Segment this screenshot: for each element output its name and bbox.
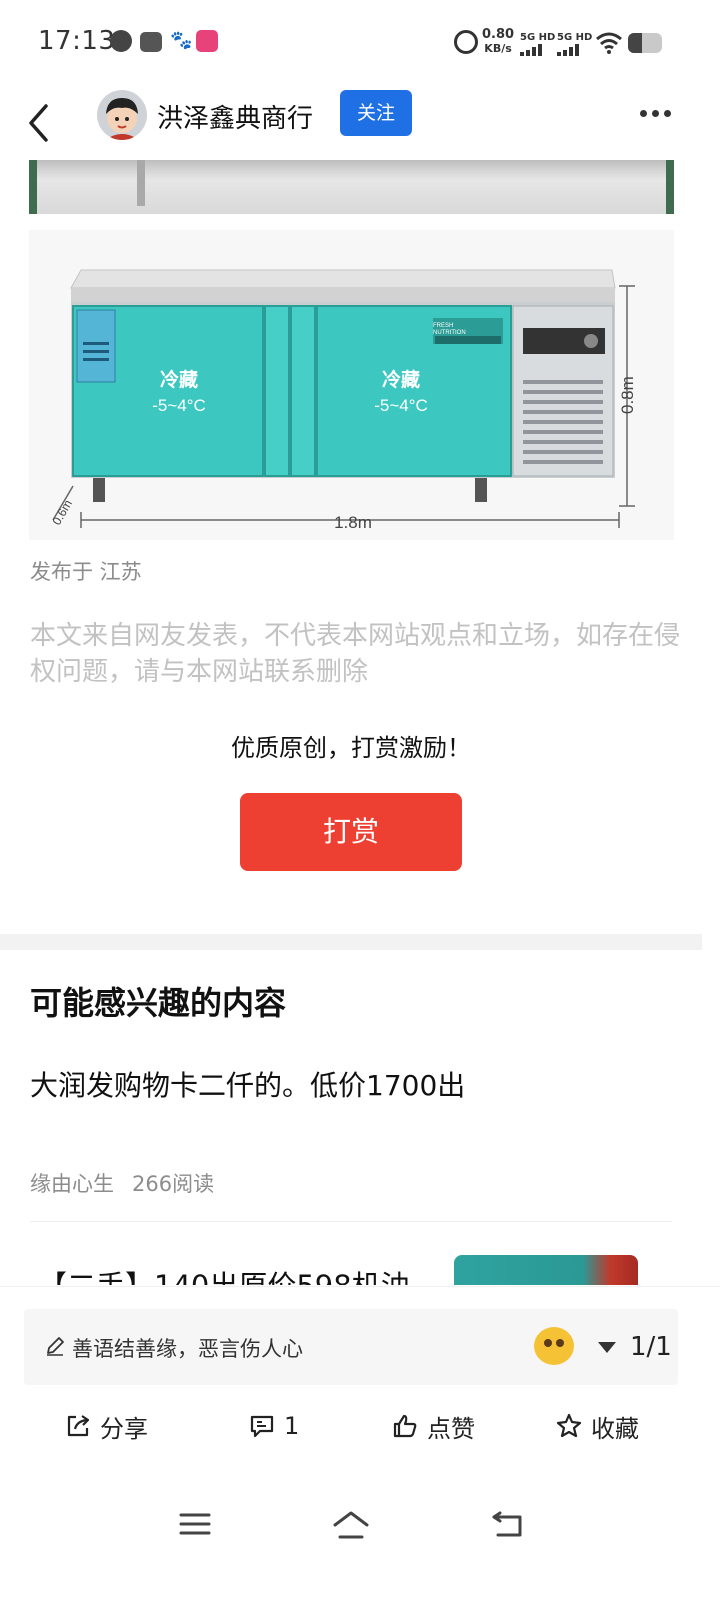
recommend-item-meta: 缘由心生 266阅读 (30, 1168, 214, 1198)
more-options-icon[interactable] (636, 110, 676, 120)
alarm-icon (454, 30, 478, 54)
network-speed-unit: KB/s (484, 42, 512, 55)
pencil-icon (47, 1337, 64, 1356)
share-label: 分享 (100, 1414, 148, 1443)
reward-prompt: 优质原创，打赏激励！ (231, 734, 471, 762)
favorite-label: 收藏 (591, 1414, 639, 1443)
page-indicator[interactable]: 1/1 (598, 1329, 672, 1365)
favorite-button[interactable]: 收藏 (555, 1401, 639, 1451)
share-button[interactable]: 分享 (64, 1401, 148, 1451)
system-navigation-bar (0, 1493, 720, 1563)
emoji-icon[interactable] (534, 1327, 574, 1365)
height-label: 0.8m (618, 376, 637, 414)
avatar[interactable] (97, 90, 147, 140)
app-icon (196, 30, 218, 52)
thumbs-up-icon (393, 1414, 417, 1438)
wifi-icon (596, 32, 622, 54)
network-speed-value: 0.80 (482, 27, 515, 42)
back-button[interactable] (26, 98, 66, 148)
recommend-item-reads: 266阅读 (132, 1172, 215, 1196)
signal-sim1: 5G HD (520, 32, 555, 56)
list-divider (30, 1221, 672, 1222)
menu-icon[interactable] (178, 1509, 212, 1539)
dropdown-triangle-icon (598, 1341, 616, 1353)
comment-placeholder: 善语结善缘，恶言伤人心 (72, 1337, 303, 1361)
recommend-section-title: 可能感兴趣的内容 (30, 984, 287, 1022)
width-label: 1.8m (334, 513, 372, 532)
status-time: 17:13 (38, 26, 116, 56)
reward-button[interactable]: 打赏 (240, 793, 462, 871)
signal-sim2: 5G HD (557, 32, 592, 56)
comment-icon (250, 1415, 274, 1438)
panel-text2: NUTRITION (433, 330, 466, 336)
baidu-paw-icon: 🐾 (170, 30, 193, 51)
shop-name[interactable]: 洪泽鑫典商行 (157, 98, 313, 135)
recommend-item-2-thumbnail[interactable] (454, 1255, 638, 1285)
door2-temp: -5~4°C (374, 396, 428, 415)
share-icon (67, 1415, 90, 1437)
message-icon (110, 30, 132, 52)
article-image-top (29, 160, 674, 214)
comment-count: 1 (284, 1412, 300, 1440)
bottom-bar: 善语结善缘，恶言伤人心 1/1 分享 1 点赞 收藏 (0, 1286, 720, 1608)
signal-sim2-label: 5G HD (557, 32, 593, 43)
recommend-item-title[interactable]: 大润发购物卡二仟的。低价1700出 (30, 1064, 465, 1104)
follow-button[interactable]: 关注 (340, 90, 412, 136)
comment-button[interactable]: 1 (248, 1401, 299, 1451)
back-nav-icon[interactable] (490, 1509, 524, 1539)
action-bar: 分享 1 点赞 收藏 (0, 1401, 720, 1451)
panel-text1: FRESH (433, 323, 453, 329)
home-icon[interactable] (332, 1509, 370, 1541)
recommend-item-author: 缘由心生 (30, 1172, 114, 1196)
door1-label: 冷藏 (160, 368, 198, 391)
depth-label: 0.6m (49, 497, 74, 527)
star-icon (556, 1413, 582, 1438)
disclaimer-text: 本文来自网友发表，不代表本网站观点和立场，如存在侵权问题，请与本网站联系删除 (30, 621, 681, 687)
article-header: 洪泽鑫典商行 关注 (0, 88, 720, 160)
comment-input[interactable]: 善语结善缘，恶言伤人心 1/1 (24, 1309, 678, 1385)
network-speed: 0.80 KB/s (482, 28, 514, 56)
article-image-fridge: 冷藏 -5~4°C 冷藏 -5~4°C FRESH NUTRITION 1.8m… (29, 230, 674, 540)
like-label: 点赞 (427, 1414, 475, 1443)
recommend-item-2-title[interactable]: 【二手】140出原价598机油 (38, 1263, 410, 1285)
page-count: 1/1 (630, 1332, 672, 1362)
post-location: 发布于 江苏 (30, 560, 142, 584)
section-divider (0, 934, 702, 950)
vivo-icon (140, 32, 162, 52)
door2-label: 冷藏 (382, 368, 420, 391)
status-bar: 17:13 🐾 0.80 KB/s 5G HD 5G HD (0, 0, 720, 88)
door1-temp: -5~4°C (152, 396, 206, 415)
battery-icon (628, 33, 662, 53)
like-button[interactable]: 点赞 (391, 1401, 475, 1451)
signal-sim1-label: 5G HD (520, 32, 556, 43)
recommend-item-2[interactable]: 【二手】140出原价598机油 (30, 1255, 690, 1285)
